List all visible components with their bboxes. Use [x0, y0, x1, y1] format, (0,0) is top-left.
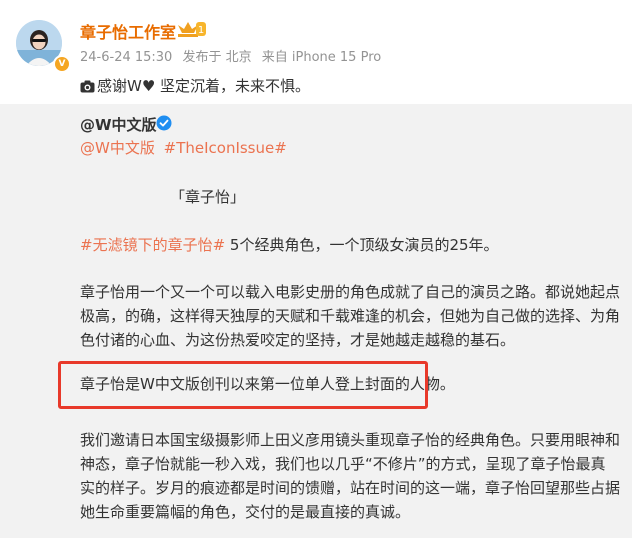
post-device: 来自 iPhone 15 Pro [261, 50, 382, 65]
vip-level: 1 [198, 25, 204, 36]
post-meta: 24-6-24 15:30 发布于 北京 来自 iPhone 15 Pro [80, 46, 387, 65]
post-text: 感谢W♥ 坚定沉着，未来不惧。 [97, 77, 311, 95]
repost-paragraph-4: 我们邀请日本国宝级摄影师上田义彦用镜头重现章子怡的经典角色。只要用眼神和神态，章… [80, 431, 621, 521]
quote-title: 「章子怡」 [170, 188, 246, 206]
verified-badge-icon: V [53, 55, 71, 73]
post-location: 发布于 北京 [182, 50, 252, 65]
mention-link[interactable]: @W中文版 [80, 139, 155, 157]
hashtag-link[interactable]: #无滤镜下的章子怡# [80, 236, 225, 254]
blue-verified-icon [156, 115, 172, 131]
post-header: V 章子怡工作室 1 24-6-24 15:30 发布于 北京 来自 iPhon… [0, 0, 632, 104]
post-timestamp[interactable]: 24-6-24 15:30 [80, 50, 172, 65]
repost-paragraph-1: #无滤镜下的章子怡# 5个经典角色，一个顶级女演员的25年。 [80, 233, 620, 257]
hashtag-link[interactable]: #TheIconIssue# [164, 139, 287, 157]
vip-crown-icon[interactable]: 1 [176, 19, 206, 39]
repost-paragraph-2: 章子怡用一个又一个可以载入电影史册的角色成就了自己的演员之路。都说她起点极高，的… [80, 283, 621, 349]
post-text-row: 感谢W♥ 坚定沉着，未来不惧。 [80, 75, 310, 97]
repost-tags: @W中文版 #TheIconIssue# [80, 137, 291, 158]
camera-icon [80, 79, 95, 97]
red-highlight-annotation [58, 361, 428, 409]
post-author-name[interactable]: 章子怡工作室 [80, 19, 176, 43]
paragraph-1-text: 5个经典角色，一个顶级女演员的25年。 [225, 236, 499, 254]
repost-author[interactable]: @W中文版 [80, 114, 157, 135]
